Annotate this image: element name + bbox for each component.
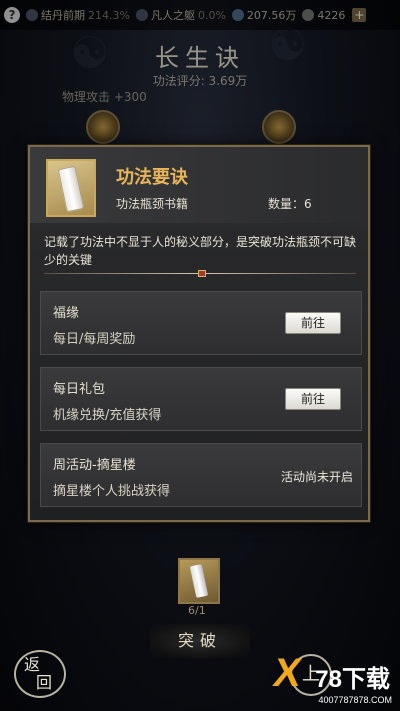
source-desc: 摘星楼个人挑战获得 [53,484,171,499]
divider-gem-icon [198,270,206,277]
source-title: 福缘 [53,306,80,321]
breakthrough-button[interactable]: 突破 [150,624,250,658]
source-row: 福缘 每日/每周奖励 前往 [40,291,362,355]
source-row: 周活动-摘星楼 摘星楼个人挑战获得 活动尚未开启 [40,443,362,507]
source-desc: 机缘兑换/充值获得 [53,408,162,423]
source-title: 周活动-摘星楼 [53,458,136,473]
goto-button[interactable]: 前往 [285,312,341,334]
goto-button[interactable]: 前往 [285,388,341,410]
item-description: 记载了功法中不显于人的秘义部分，是突破功法瓶颈不可缺少的关键 [44,235,357,267]
item-info-modal: 功法要诀 功法瓶颈书籍 数量：6 记载了功法中不显于人的秘义部分，是突破功法瓶颈… [28,145,370,522]
item-quantity: 数量：6 [268,197,312,211]
source-desc: 每日/每周奖励 [53,332,136,347]
source-title: 每日礼包 [53,382,106,397]
item-type: 功法瓶颈书籍 [116,197,189,211]
item-name: 功法要诀 [116,167,188,188]
activity-status: 活动尚未开启 [280,470,353,484]
scroll-book-icon[interactable] [178,558,220,604]
source-row: 每日礼包 机缘兑换/充值获得 前往 [40,367,362,431]
back-button[interactable]: 返 回 [14,650,66,698]
site-logo: X 78下载 4007787878.COM [270,651,392,705]
modal-header: 功法要诀 功法瓶颈书籍 数量：6 [30,147,368,223]
item-count: 6/1 [188,604,206,617]
scroll-book-icon [46,159,96,217]
